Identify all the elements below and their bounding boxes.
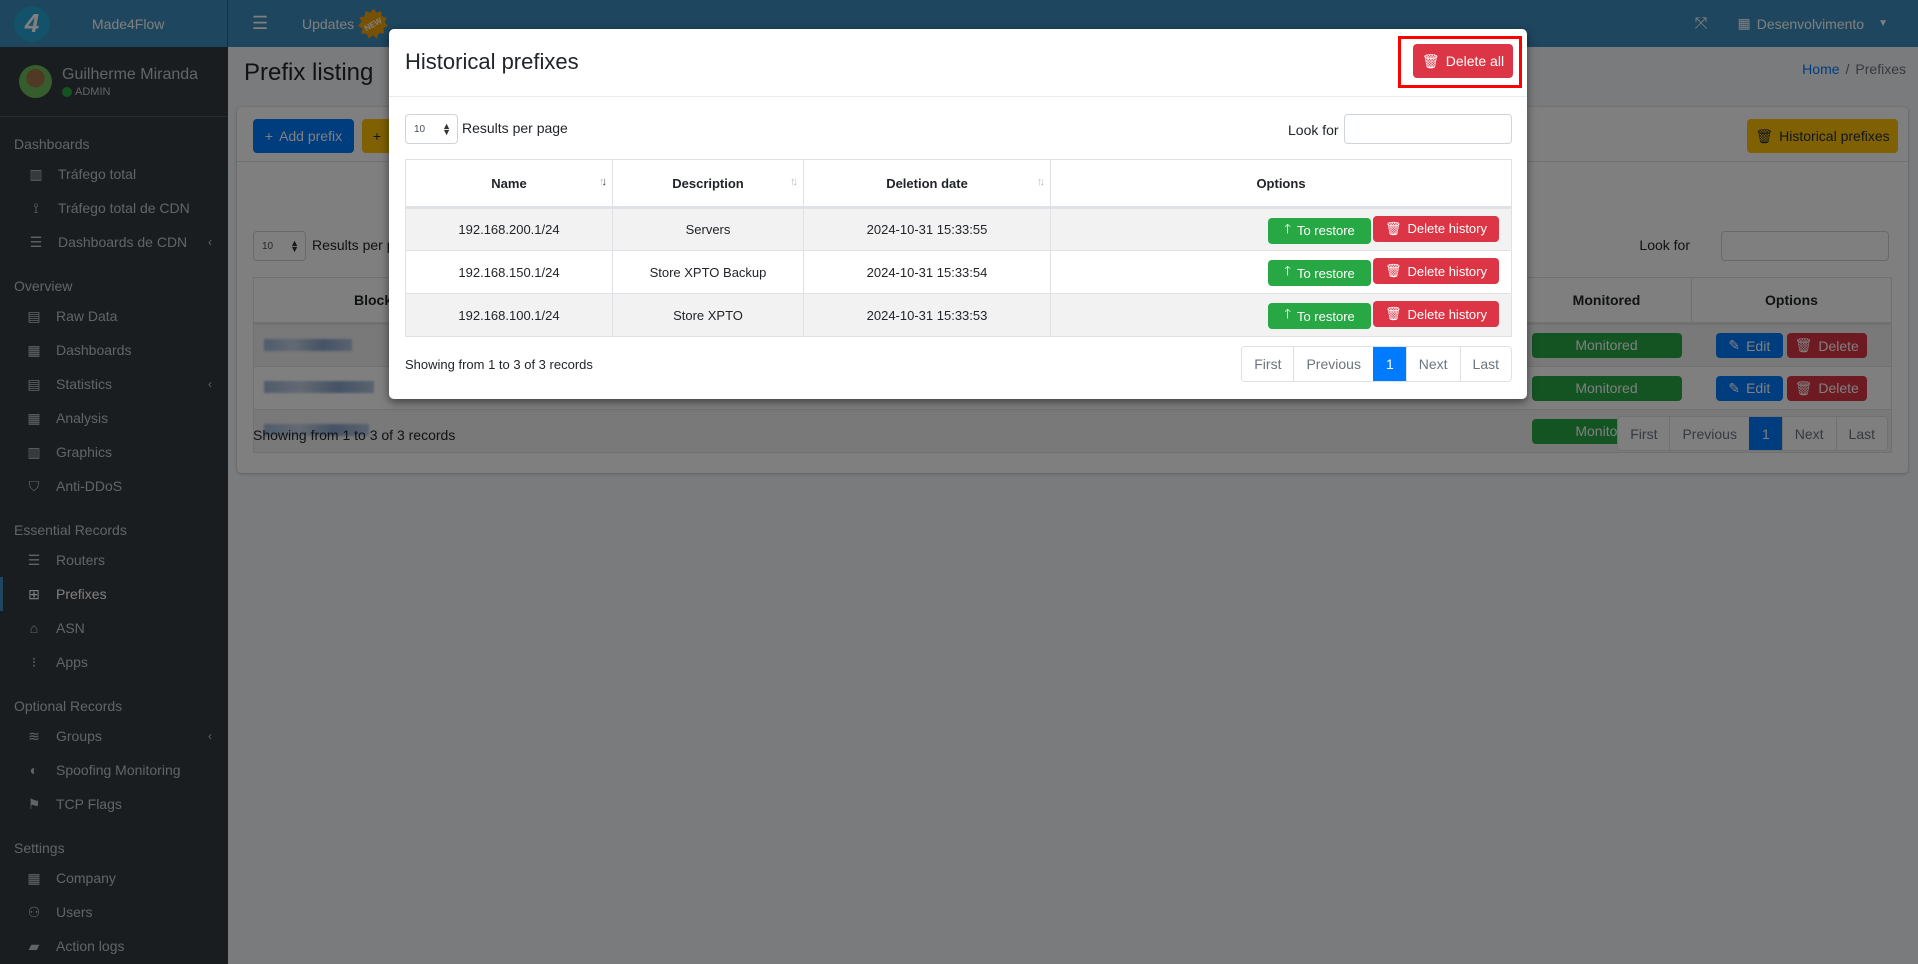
modal-pagination: First Previous 1 Next Last [1241, 346, 1512, 382]
delete-history-button[interactable]: 🗑 Delete history [1373, 258, 1499, 284]
cell-description: Store XPTO Backup [612, 250, 804, 294]
page-previous[interactable]: Previous [1293, 347, 1373, 381]
page-1[interactable]: 1 [1372, 347, 1406, 381]
restore-label: To restore [1296, 308, 1355, 324]
cell-name: 192.168.100.1/24 [405, 293, 613, 337]
header-label: Deletion date [886, 175, 968, 191]
per-page-value: 10 [414, 123, 426, 135]
modal-look-for-label: Look for [1288, 122, 1339, 138]
header-label: Description [672, 175, 744, 191]
delete-all-button[interactable]: 🗑 Delete all [1413, 44, 1513, 78]
column-header-deletion-date[interactable]: Deletion date ↑↓ [803, 159, 1051, 209]
page-first[interactable]: First [1242, 347, 1294, 381]
table-row: 192.168.150.1/24 Store XPTO Backup 2024-… [405, 250, 1512, 294]
cell-description: Servers [612, 207, 804, 251]
cell-name: 192.168.200.1/24 [405, 207, 613, 251]
sort-icon: ▲▼ [442, 121, 451, 137]
modal-per-page-select[interactable]: 10 ▲ ▼ [405, 114, 458, 144]
table-row: 192.168.200.1/24 Servers 2024-10-31 15:3… [405, 207, 1512, 251]
trash-icon: 🗑 [1385, 263, 1402, 278]
restore-button[interactable]: 🡑 To restore [1268, 303, 1371, 329]
trash-icon: 🗑 [1385, 220, 1402, 236]
cell-deletion-date: 2024-10-31 15:33:55 [803, 207, 1051, 251]
trash-icon: 🗑 [1385, 306, 1402, 321]
table-row: 192.168.100.1/24 Store XPTO 2024-10-31 1… [405, 293, 1512, 337]
arrow-up-icon: 🡑 [1284, 263, 1291, 278]
restore-button[interactable]: 🡑 To restore [1268, 260, 1371, 286]
arrow-up-icon: 🡑 [1284, 220, 1291, 236]
page-last[interactable]: Last [1459, 347, 1511, 381]
cell-deletion-date: 2024-10-31 15:33:54 [803, 250, 1051, 294]
delete-history-button[interactable]: 🗑 Delete history [1373, 215, 1499, 242]
historical-prefixes-modal: Historical prefixes 🗑 Delete all 10 ▲ ▼ Res… [389, 29, 1527, 399]
page-next[interactable]: Next [1405, 347, 1460, 381]
delete-history-button[interactable]: 🗑 Delete history [1373, 301, 1499, 327]
header-label: Name [491, 175, 527, 191]
sort-desc-icon: ↑↓ [599, 176, 607, 188]
delete-all-label: Delete all [1445, 53, 1505, 69]
modal-search-input[interactable] [1344, 114, 1512, 144]
restore-label: To restore [1296, 223, 1355, 238]
column-header-description[interactable]: Description ↑↓ [612, 159, 804, 209]
sort-icon: ↑↓ [1037, 176, 1045, 188]
modal-records-info: Showing from 1 to 3 of 3 records [405, 357, 593, 372]
cell-description: Store XPTO [612, 293, 804, 337]
delete-history-label: Delete history [1407, 221, 1487, 236]
restore-label: To restore [1296, 265, 1355, 281]
modal-results-per-page-label: Results per page [462, 120, 568, 136]
delete-history-label: Delete history [1407, 306, 1487, 322]
sort-icon: ↑↓ [790, 176, 798, 188]
modal-title: Historical prefixes [405, 49, 579, 74]
delete-history-label: Delete history [1407, 263, 1487, 279]
cell-name: 192.168.150.1/24 [405, 250, 613, 294]
cell-deletion-date: 2024-10-31 15:33:53 [803, 293, 1051, 337]
column-header-options: Options [1050, 159, 1512, 209]
trash-icon: 🗑 [1421, 52, 1440, 69]
restore-button[interactable]: 🡑 To restore [1268, 217, 1371, 244]
column-header-name[interactable]: Name ↑↓ [405, 159, 613, 209]
historical-table: Name ↑↓ Description ↑↓ Deletion date ↑↓ Opt… [405, 159, 1512, 337]
app: 4 Made4Flow ☰ Updates NEW ⤧ ▦ Desenvolvi… [0, 0, 1918, 964]
arrow-up-icon: 🡑 [1284, 306, 1291, 321]
